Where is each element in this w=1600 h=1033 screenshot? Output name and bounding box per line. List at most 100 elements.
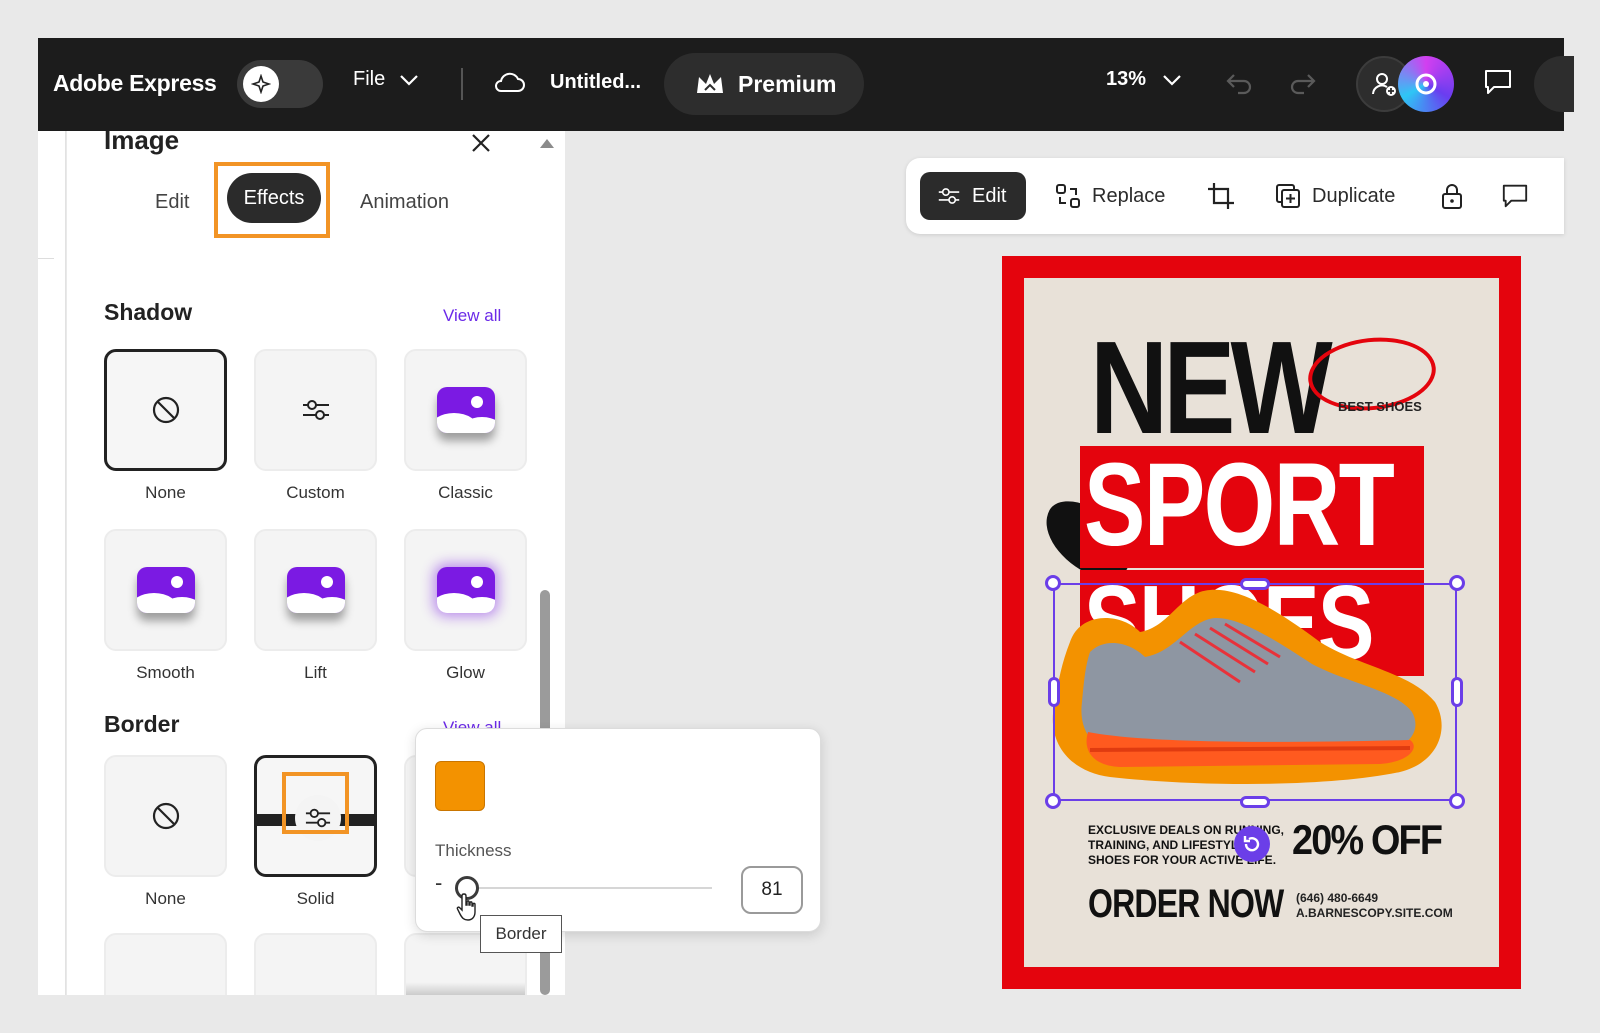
comment-button[interactable] bbox=[1500, 172, 1530, 220]
share-button[interactable] bbox=[1534, 56, 1574, 112]
resize-handle-top[interactable] bbox=[1240, 578, 1270, 590]
sliders-icon bbox=[938, 188, 960, 204]
edit-button[interactable]: Edit bbox=[920, 172, 1026, 220]
highlight-box bbox=[214, 162, 330, 238]
thickness-label: Thickness bbox=[435, 841, 512, 860]
rotate-handle[interactable] bbox=[1234, 826, 1270, 862]
premium-button[interactable]: Premium bbox=[664, 53, 864, 115]
close-icon[interactable] bbox=[469, 131, 493, 155]
resize-handle-right[interactable] bbox=[1451, 677, 1463, 707]
tooltip: Border bbox=[480, 915, 562, 953]
lock-icon bbox=[1442, 184, 1462, 209]
tab-animation[interactable]: Animation bbox=[360, 191, 449, 214]
ai-mode-toggle[interactable] bbox=[237, 60, 323, 108]
resize-handle-bottom-left[interactable] bbox=[1045, 793, 1061, 809]
chevron-down-icon bbox=[1163, 74, 1181, 86]
shadow-option-label: Custom bbox=[286, 483, 345, 502]
border-settings-popover: Thickness - 81 bbox=[415, 728, 821, 932]
undo-icon[interactable] bbox=[1224, 67, 1254, 97]
sparkle-icon bbox=[243, 66, 279, 102]
poster-site: A.BARNESCOPY.SITE.COM bbox=[1296, 906, 1453, 920]
edit-button-label: Edit bbox=[972, 184, 1007, 207]
resize-handle-left[interactable] bbox=[1048, 677, 1060, 707]
rotate-icon bbox=[1243, 836, 1260, 852]
avatar-image-icon bbox=[1415, 73, 1437, 95]
tab-edit[interactable]: Edit bbox=[155, 191, 189, 214]
app-brand[interactable]: Adobe Express bbox=[53, 70, 217, 97]
zoom-value: 13% bbox=[1106, 68, 1147, 90]
resize-handle-bottom-right[interactable] bbox=[1449, 793, 1465, 809]
poster-headline-new[interactable]: NEW bbox=[1090, 322, 1333, 454]
duplicate-button[interactable]: Duplicate bbox=[1274, 172, 1395, 220]
crop-button[interactable] bbox=[1206, 172, 1236, 220]
border-option-label: None bbox=[145, 889, 186, 908]
resize-handle-top-left[interactable] bbox=[1045, 575, 1061, 591]
scroll-up-arrow-icon[interactable] bbox=[540, 139, 554, 148]
shadow-option-label: Smooth bbox=[136, 663, 195, 682]
comment-icon[interactable] bbox=[1482, 67, 1514, 97]
poster-phone: (646) 480-6649 bbox=[1296, 891, 1379, 905]
image-icon bbox=[286, 567, 345, 613]
resize-handle-bottom[interactable] bbox=[1240, 796, 1270, 808]
shadow-option-label: None bbox=[145, 483, 186, 502]
thickness-slider-track[interactable] bbox=[462, 887, 712, 889]
duplicate-icon bbox=[1276, 184, 1300, 208]
shadow-option-smooth[interactable] bbox=[104, 529, 227, 651]
poster-tag-text[interactable]: BEST SHOES bbox=[1338, 399, 1422, 414]
app-header: Adobe Express File Untitled... Premium 1… bbox=[38, 38, 1574, 131]
no-symbol-icon bbox=[152, 802, 179, 830]
replace-button[interactable]: Replace bbox=[1054, 172, 1165, 220]
shadow-option-none[interactable] bbox=[104, 349, 227, 471]
shadow-option-custom[interactable] bbox=[254, 349, 377, 471]
zoom-dropdown[interactable]: 13% bbox=[1106, 68, 1182, 91]
selection-bounding-box[interactable] bbox=[1053, 583, 1457, 801]
file-menu[interactable]: File bbox=[353, 68, 419, 91]
left-rail bbox=[38, 131, 66, 995]
poster-cta-text[interactable]: ORDER NOW bbox=[1088, 882, 1284, 927]
border-option-none[interactable] bbox=[104, 755, 227, 877]
duplicate-button-label: Duplicate bbox=[1312, 184, 1396, 207]
replace-button-label: Replace bbox=[1092, 184, 1166, 207]
border-option-splatter[interactable] bbox=[254, 933, 377, 995]
shadow-option-lift[interactable] bbox=[254, 529, 377, 651]
shadow-view-all-link[interactable]: View all bbox=[443, 306, 501, 326]
shadow-section-title: Shadow bbox=[104, 299, 193, 325]
shadow-option-label: Glow bbox=[446, 663, 485, 682]
comment-icon bbox=[1502, 184, 1528, 208]
premium-label: Premium bbox=[738, 70, 837, 97]
highlight-box bbox=[282, 772, 349, 834]
slider-min-mark: - bbox=[435, 870, 443, 895]
user-avatar[interactable] bbox=[1398, 56, 1454, 112]
poster-discount-text[interactable]: 20% OFF bbox=[1292, 816, 1443, 864]
thickness-value-input[interactable]: 81 bbox=[741, 866, 803, 914]
shadow-option-glow[interactable] bbox=[404, 529, 527, 651]
border-option-label: Solid bbox=[296, 889, 335, 908]
sliders-icon bbox=[302, 400, 329, 420]
poster-headline-sport[interactable]: SPORT bbox=[1084, 446, 1395, 564]
crop-icon bbox=[1208, 183, 1234, 209]
no-symbol-icon bbox=[152, 396, 179, 424]
replace-icon bbox=[1056, 184, 1080, 208]
image-icon bbox=[436, 387, 495, 433]
resize-handle-top-right[interactable] bbox=[1449, 575, 1465, 591]
crown-icon bbox=[697, 74, 723, 93]
hand-cursor-icon bbox=[456, 893, 476, 921]
image-icon bbox=[136, 567, 195, 613]
divider bbox=[461, 68, 463, 100]
context-toolbar: Edit Replace Duplicate bbox=[906, 158, 1564, 234]
rail-divider bbox=[38, 258, 54, 259]
shadow-option-classic[interactable] bbox=[404, 349, 527, 471]
shadow-option-label: Lift bbox=[304, 663, 327, 682]
border-option-rough[interactable] bbox=[104, 933, 227, 995]
lock-button[interactable] bbox=[1440, 172, 1464, 220]
cloud-icon[interactable] bbox=[493, 69, 525, 95]
chevron-down-icon bbox=[400, 74, 419, 86]
redo-icon[interactable] bbox=[1288, 67, 1318, 97]
border-color-swatch[interactable] bbox=[435, 761, 485, 811]
border-section-title: Border bbox=[104, 711, 180, 737]
shadow-option-label: Classic bbox=[438, 483, 493, 502]
poster-contact-text[interactable]: (646) 480-6649 A.BARNESCOPY.SITE.COM bbox=[1296, 891, 1453, 921]
image-icon bbox=[436, 567, 495, 613]
document-title[interactable]: Untitled... bbox=[550, 71, 641, 94]
page-bottom-strip bbox=[38, 995, 1564, 1033]
